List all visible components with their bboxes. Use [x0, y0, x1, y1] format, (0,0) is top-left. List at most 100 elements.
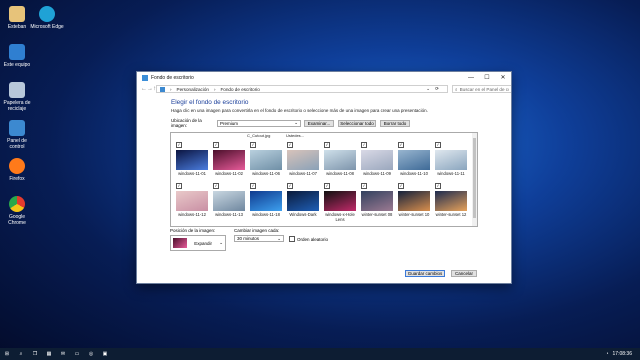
desktop-icon-label: Firefox — [9, 176, 25, 182]
wallpaper-thumbnail — [398, 150, 430, 170]
desktop-icon-edge[interactable]: Microsoft Edge — [30, 6, 64, 30]
wallpaper-tile[interactable]: ✓ windows-11-02 — [213, 142, 245, 176]
wallpaper-tile[interactable]: ✓ windows-11-13 — [213, 183, 245, 217]
cancel-button[interactable]: Cancelar — [451, 270, 477, 277]
checkbox-icon[interactable]: ✓ — [176, 183, 182, 189]
search-icon[interactable]: ⌕ — [14, 351, 28, 357]
search-placeholder: Buscar en el Panel de control — [459, 86, 509, 92]
chevron-down-icon: ⌄ — [219, 240, 223, 245]
desktop-icon-this-pc[interactable]: Este equipo — [0, 44, 34, 68]
close-button[interactable]: ✕ — [495, 74, 511, 81]
location-label: Ubicación de la imagen: — [171, 118, 202, 128]
checkbox-icon[interactable]: ✓ — [435, 183, 441, 189]
widgets-icon[interactable]: ▦ — [42, 351, 56, 357]
folder-icon — [9, 6, 25, 22]
checkbox-icon[interactable]: ✓ — [324, 183, 330, 189]
wallpaper-thumbnail — [213, 191, 245, 211]
wallpaper-name: windows-11-18 — [252, 212, 280, 217]
wallpaper-thumbnail — [213, 150, 245, 170]
wallpaper-thumbnail — [176, 191, 208, 211]
wallpaper-tile[interactable]: ✓ windows-11-06 — [250, 142, 282, 176]
checkbox-icon[interactable]: ✓ — [287, 183, 293, 189]
wallpaper-tile[interactable]: ✓ windows-11-18 — [250, 183, 282, 217]
wallpaper-tile[interactable]: ✓ winter-sunset 10 — [398, 183, 430, 217]
wallpaper-thumbnail — [176, 150, 208, 170]
control-panel-icon — [9, 120, 25, 136]
breadcrumb-separator-icon: › — [213, 86, 216, 92]
change-interval-select[interactable]: 30 minutos ⌄ — [234, 235, 284, 242]
scrollbar-thumb[interactable] — [473, 138, 476, 218]
wallpaper-tile[interactable]: ✓ windows-11-10 — [398, 142, 430, 176]
edge-icon[interactable]: ◎ — [84, 351, 98, 357]
checkbox-icon[interactable]: ✓ — [250, 183, 256, 189]
title-bar: Fondo de escritorio — ☐ ✕ — [137, 72, 511, 83]
checkbox-icon[interactable]: ✓ — [213, 183, 219, 189]
wallpaper-tile[interactable]: ✓ windows-11-12 — [176, 183, 208, 217]
file-explorer-icon[interactable]: ▭ — [70, 351, 84, 357]
chat-icon[interactable]: ✉ — [56, 351, 70, 357]
image-grid: C_Cutout.jpg Ustedes... ✓ windows-11-01 ✓ w… — [170, 132, 478, 227]
desktop-icon-firefox[interactable]: Firefox — [0, 158, 34, 182]
checkbox-icon[interactable]: ✓ — [213, 142, 219, 148]
select-all-button[interactable]: Seleccionar todo — [338, 119, 376, 127]
position-select[interactable]: Expandir ⌄ — [170, 235, 226, 251]
checkbox-icon[interactable]: ✓ — [435, 142, 441, 148]
breadcrumb-separator-icon: › — [170, 86, 172, 92]
search-input[interactable]: ⌕ Buscar en el Panel de control — [452, 85, 511, 93]
refresh-icon[interactable]: ⟳ — [435, 86, 439, 92]
browse-button[interactable]: Examinar... — [304, 119, 334, 127]
save-button[interactable]: Guardar cambios — [405, 270, 445, 277]
checkbox-icon[interactable]: ✓ — [287, 142, 293, 148]
checkbox-icon[interactable]: ✓ — [398, 142, 404, 148]
task-view-icon[interactable]: ❐ — [28, 351, 42, 357]
wallpaper-thumbnail — [398, 191, 430, 211]
desktop-icon-control-panel[interactable]: Panel de control — [0, 120, 34, 150]
position-label: Posición de la imagen: — [170, 228, 216, 233]
start-icon[interactable]: ⊞ — [0, 351, 14, 357]
wallpaper-tile[interactable]: ✓ windows-11-01 — [176, 142, 208, 176]
wallpaper-tile[interactable]: ✓ windows-x-Hole Lens — [324, 183, 356, 222]
change-label: Cambiar imagen cada: — [234, 228, 280, 233]
location-row: Ubicación de la imagen: Premium ⌄ Examin… — [171, 118, 477, 128]
wallpaper-name: windows-11-09 — [363, 171, 391, 176]
wallpaper-thumbnail — [435, 191, 467, 211]
network-icon[interactable]: ◔ — [606, 351, 609, 357]
wallpaper-tile[interactable]: ✓ winter-sunset 12 — [435, 183, 467, 217]
breadcrumb-desktop-background[interactable]: Fondo de escritorio — [221, 87, 260, 92]
desktop-icon-chrome[interactable]: Google Chrome — [0, 196, 34, 226]
checkbox-icon[interactable]: ✓ — [176, 142, 182, 148]
wallpaper-tile[interactable]: ✓ windows-11-11 — [435, 142, 467, 176]
wallpaper-tile[interactable]: ✓ Windows-Dark — [287, 183, 319, 217]
maximize-button[interactable]: ☐ — [479, 74, 495, 81]
desktop-icon-user[interactable]: Esteban — [0, 6, 34, 30]
breadcrumb-personalization[interactable]: Personalización — [177, 87, 209, 92]
desktop-icon-label: Google Chrome — [8, 214, 26, 226]
shuffle-label: Orden aleatorio — [297, 236, 329, 242]
checkbox-icon[interactable]: ✓ — [361, 142, 367, 148]
shuffle-checkbox[interactable]: Orden aleatorio — [289, 236, 328, 242]
checkbox-icon[interactable]: ✓ — [250, 142, 256, 148]
wallpaper-thumbnail — [250, 150, 282, 170]
desktop-icon-recycle-bin[interactable]: Papelera de reciclaje — [0, 82, 34, 112]
wallpaper-thumbnail — [361, 191, 393, 211]
address-bar[interactable]: › Personalización › Fondo de escritorio … — [156, 85, 448, 93]
wallpaper-thumbnail — [324, 191, 356, 211]
store-icon[interactable]: ▣ — [98, 351, 112, 357]
checkbox-icon[interactable]: ✓ — [398, 183, 404, 189]
wallpaper-name: winter-sunset 12 — [435, 212, 467, 217]
address-row: ← → ↑ › Personalización › Fondo de escri… — [137, 83, 511, 95]
checkbox-icon[interactable]: ✓ — [324, 142, 330, 148]
scrollbar[interactable] — [472, 133, 477, 226]
clock[interactable]: 17:08:36 — [613, 351, 632, 357]
wallpaper-tile[interactable]: ✓ winter-sunset 08 — [361, 183, 393, 217]
wallpaper-tile[interactable]: ✓ windows-11-08 — [324, 142, 356, 176]
taskbar: ⊞ ⌕ ❐ ▦ ✉ ▭ ◎ ▣ ◔ 17:08:36 — [0, 348, 640, 360]
wallpaper-tile[interactable]: ✓ windows-11-07 — [287, 142, 319, 176]
location-value: Premium — [220, 120, 239, 126]
minimize-button[interactable]: — — [463, 75, 479, 81]
location-select[interactable]: Premium ⌄ — [217, 119, 301, 127]
chevron-down-icon[interactable]: ⌄ — [426, 86, 430, 92]
wallpaper-tile[interactable]: ✓ windows-11-09 — [361, 142, 393, 176]
clear-all-button[interactable]: Borrar todo — [380, 119, 410, 127]
checkbox-icon[interactable]: ✓ — [361, 183, 367, 189]
